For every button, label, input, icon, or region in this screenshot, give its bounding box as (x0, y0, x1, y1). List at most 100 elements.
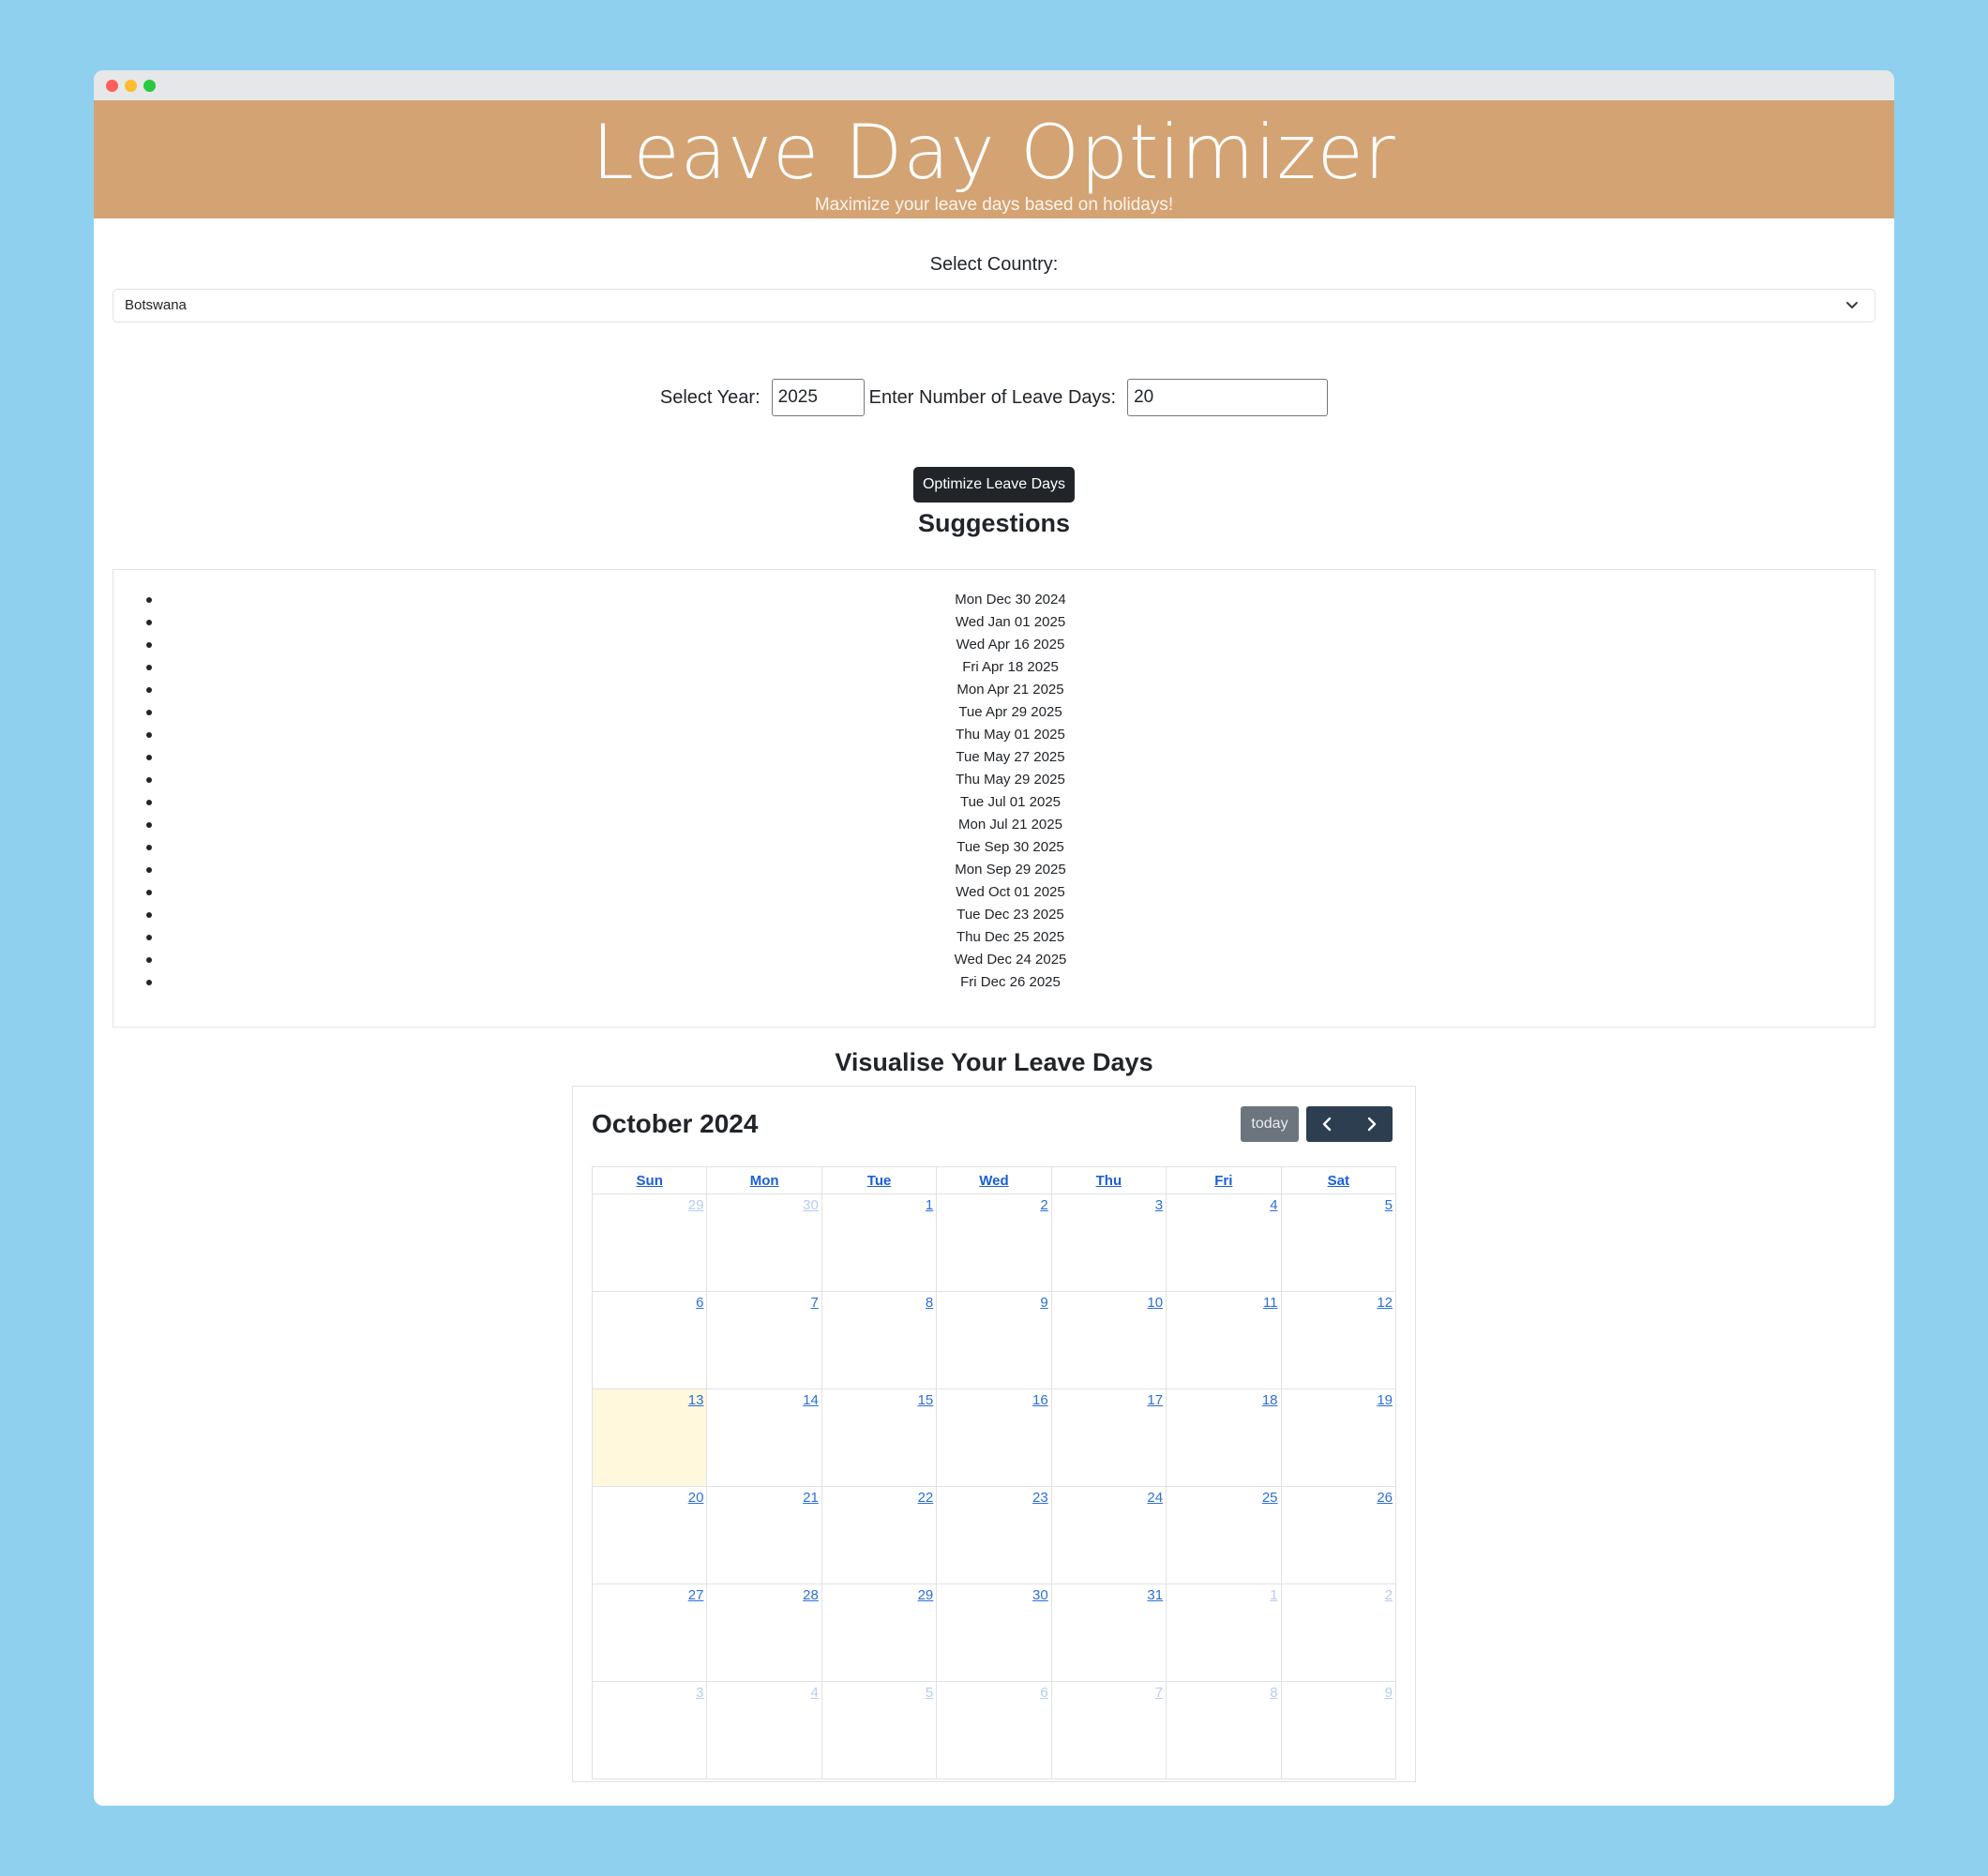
calendar-day-number[interactable]: 24 (1147, 1490, 1163, 1506)
calendar-day-cell[interactable]: 30 (936, 1583, 1052, 1682)
calendar-day-number[interactable]: 6 (696, 1295, 703, 1311)
calendar-day-number[interactable]: 12 (1377, 1295, 1393, 1311)
calendar-day-cell[interactable]: 12 (1280, 1291, 1397, 1389)
weekday-header[interactable]: Fri (1166, 1166, 1282, 1194)
calendar-day-number[interactable]: 3 (1155, 1197, 1163, 1213)
optimize-button[interactable]: Optimize Leave Days (913, 467, 1075, 503)
calendar-day-cell[interactable]: 3 (591, 1681, 708, 1779)
year-input[interactable]: 2025 (771, 379, 865, 416)
calendar-day-cell[interactable]: 1 (821, 1193, 938, 1292)
calendar-day-cell[interactable]: 29 (591, 1193, 708, 1292)
calendar-day-cell[interactable]: 8 (821, 1291, 938, 1389)
calendar-day-cell[interactable]: 23 (936, 1486, 1052, 1584)
calendar-day-number[interactable]: 31 (1147, 1587, 1163, 1603)
calendar-day-number[interactable]: 22 (918, 1490, 934, 1506)
calendar-day-number[interactable]: 4 (1270, 1197, 1277, 1213)
calendar-day-cell[interactable]: 7 (706, 1291, 822, 1389)
calendar-day-cell[interactable]: 11 (1166, 1291, 1282, 1389)
calendar-day-number[interactable]: 5 (926, 1685, 933, 1701)
calendar-day-number[interactable]: 15 (918, 1392, 934, 1408)
weekday-header[interactable]: Wed (936, 1166, 1052, 1194)
maximize-window-dot[interactable] (143, 80, 156, 92)
leave-days-input[interactable]: 20 (1127, 379, 1329, 416)
calendar-day-cell[interactable]: 2 (1280, 1583, 1397, 1682)
calendar-day-number[interactable]: 19 (1377, 1392, 1393, 1408)
calendar-day-number[interactable]: 8 (1270, 1685, 1277, 1701)
calendar-day-cell[interactable]: 3 (1050, 1193, 1167, 1292)
calendar-day-number[interactable]: 8 (926, 1295, 933, 1311)
calendar-day-number[interactable]: 4 (811, 1685, 819, 1701)
calendar-day-cell[interactable]: 5 (821, 1681, 938, 1779)
calendar-day-cell[interactable]: 17 (1050, 1388, 1167, 1487)
calendar-day-number[interactable]: 10 (1147, 1295, 1163, 1311)
calendar-day-cell[interactable]: 26 (1280, 1486, 1397, 1584)
calendar-day-number[interactable]: 23 (1032, 1490, 1048, 1506)
weekday-header[interactable]: Thu (1050, 1166, 1167, 1194)
calendar-day-cell[interactable]: 19 (1280, 1388, 1397, 1487)
calendar-day-number[interactable]: 6 (1040, 1685, 1047, 1701)
calendar-day-number[interactable]: 30 (1032, 1587, 1048, 1603)
calendar-day-cell[interactable]: 30 (706, 1193, 822, 1292)
calendar-day-number[interactable]: 16 (1032, 1392, 1048, 1408)
calendar-day-cell[interactable]: 6 (591, 1291, 708, 1389)
calendar-day-cell[interactable]: 10 (1050, 1291, 1167, 1389)
calendar-day-number[interactable]: 2 (1040, 1197, 1047, 1213)
calendar-day-cell[interactable]: 9 (936, 1291, 1052, 1389)
minimize-window-dot[interactable] (125, 80, 137, 92)
calendar-day-cell[interactable]: 16 (936, 1388, 1052, 1487)
country-select[interactable]: Botswana (113, 289, 1875, 323)
calendar-day-number[interactable]: 28 (803, 1587, 819, 1603)
calendar-day-cell[interactable]: 20 (591, 1486, 708, 1584)
next-month-button[interactable] (1349, 1106, 1393, 1142)
calendar-day-cell[interactable]: 5 (1280, 1193, 1397, 1292)
calendar-day-number[interactable]: 14 (803, 1392, 819, 1408)
calendar-day-number[interactable]: 27 (688, 1587, 704, 1603)
calendar-day-cell[interactable]: 21 (706, 1486, 822, 1584)
calendar-day-cell[interactable]: 8 (1166, 1681, 1282, 1779)
calendar-day-cell[interactable]: 9 (1280, 1681, 1397, 1779)
calendar-day-number[interactable]: 29 (688, 1197, 704, 1213)
calendar-day-cell[interactable]: 25 (1166, 1486, 1282, 1584)
calendar-day-cell[interactable]: 22 (821, 1486, 938, 1584)
calendar-day-number[interactable]: 17 (1147, 1392, 1163, 1408)
calendar-day-number[interactable]: 11 (1263, 1295, 1278, 1311)
calendar-day-cell[interactable]: 24 (1050, 1486, 1167, 1584)
today-button[interactable]: today (1241, 1106, 1299, 1142)
calendar-day-number[interactable]: 7 (1155, 1685, 1163, 1701)
calendar-day-number[interactable]: 18 (1262, 1392, 1278, 1408)
calendar-day-number[interactable]: 1 (1270, 1587, 1277, 1603)
calendar-day-cell[interactable]: 4 (706, 1681, 822, 1779)
calendar-day-cell[interactable]: 1 (1166, 1583, 1282, 1682)
calendar-day-number[interactable]: 21 (803, 1490, 819, 1506)
calendar-day-number[interactable]: 20 (688, 1490, 704, 1506)
calendar-day-number[interactable]: 30 (803, 1197, 819, 1213)
calendar-day-number[interactable]: 1 (926, 1197, 933, 1213)
weekday-header[interactable]: Sat (1280, 1166, 1397, 1194)
calendar-day-cell[interactable]: 29 (821, 1583, 938, 1682)
calendar-day-cell[interactable]: 27 (591, 1583, 708, 1682)
calendar-day-number[interactable]: 5 (1385, 1197, 1393, 1213)
calendar-day-cell[interactable]: 2 (936, 1193, 1052, 1292)
weekday-header[interactable]: Tue (821, 1166, 938, 1194)
weekday-header[interactable]: Mon (706, 1166, 822, 1194)
calendar-day-number[interactable]: 7 (811, 1295, 819, 1311)
prev-month-button[interactable] (1306, 1106, 1349, 1142)
calendar-day-number[interactable]: 29 (918, 1587, 934, 1603)
calendar-day-cell[interactable]: 13 (591, 1388, 708, 1487)
calendar-day-cell[interactable]: 4 (1166, 1193, 1282, 1292)
calendar-day-number[interactable]: 26 (1377, 1490, 1393, 1506)
weekday-header[interactable]: Sun (591, 1166, 708, 1194)
calendar-day-cell[interactable]: 6 (936, 1681, 1052, 1779)
calendar-day-number[interactable]: 9 (1385, 1685, 1393, 1701)
close-window-dot[interactable] (106, 80, 118, 92)
calendar-day-cell[interactable]: 15 (821, 1388, 938, 1487)
calendar-day-number[interactable]: 9 (1040, 1295, 1047, 1311)
calendar-day-number[interactable]: 2 (1385, 1587, 1393, 1603)
calendar-day-cell[interactable]: 14 (706, 1388, 822, 1487)
calendar-day-number[interactable]: 13 (688, 1392, 704, 1408)
calendar-day-cell[interactable]: 31 (1050, 1583, 1167, 1682)
calendar-day-cell[interactable]: 7 (1050, 1681, 1167, 1779)
calendar-day-cell[interactable]: 28 (706, 1583, 822, 1682)
calendar-day-number[interactable]: 25 (1262, 1490, 1278, 1506)
calendar-day-cell[interactable]: 18 (1166, 1388, 1282, 1487)
